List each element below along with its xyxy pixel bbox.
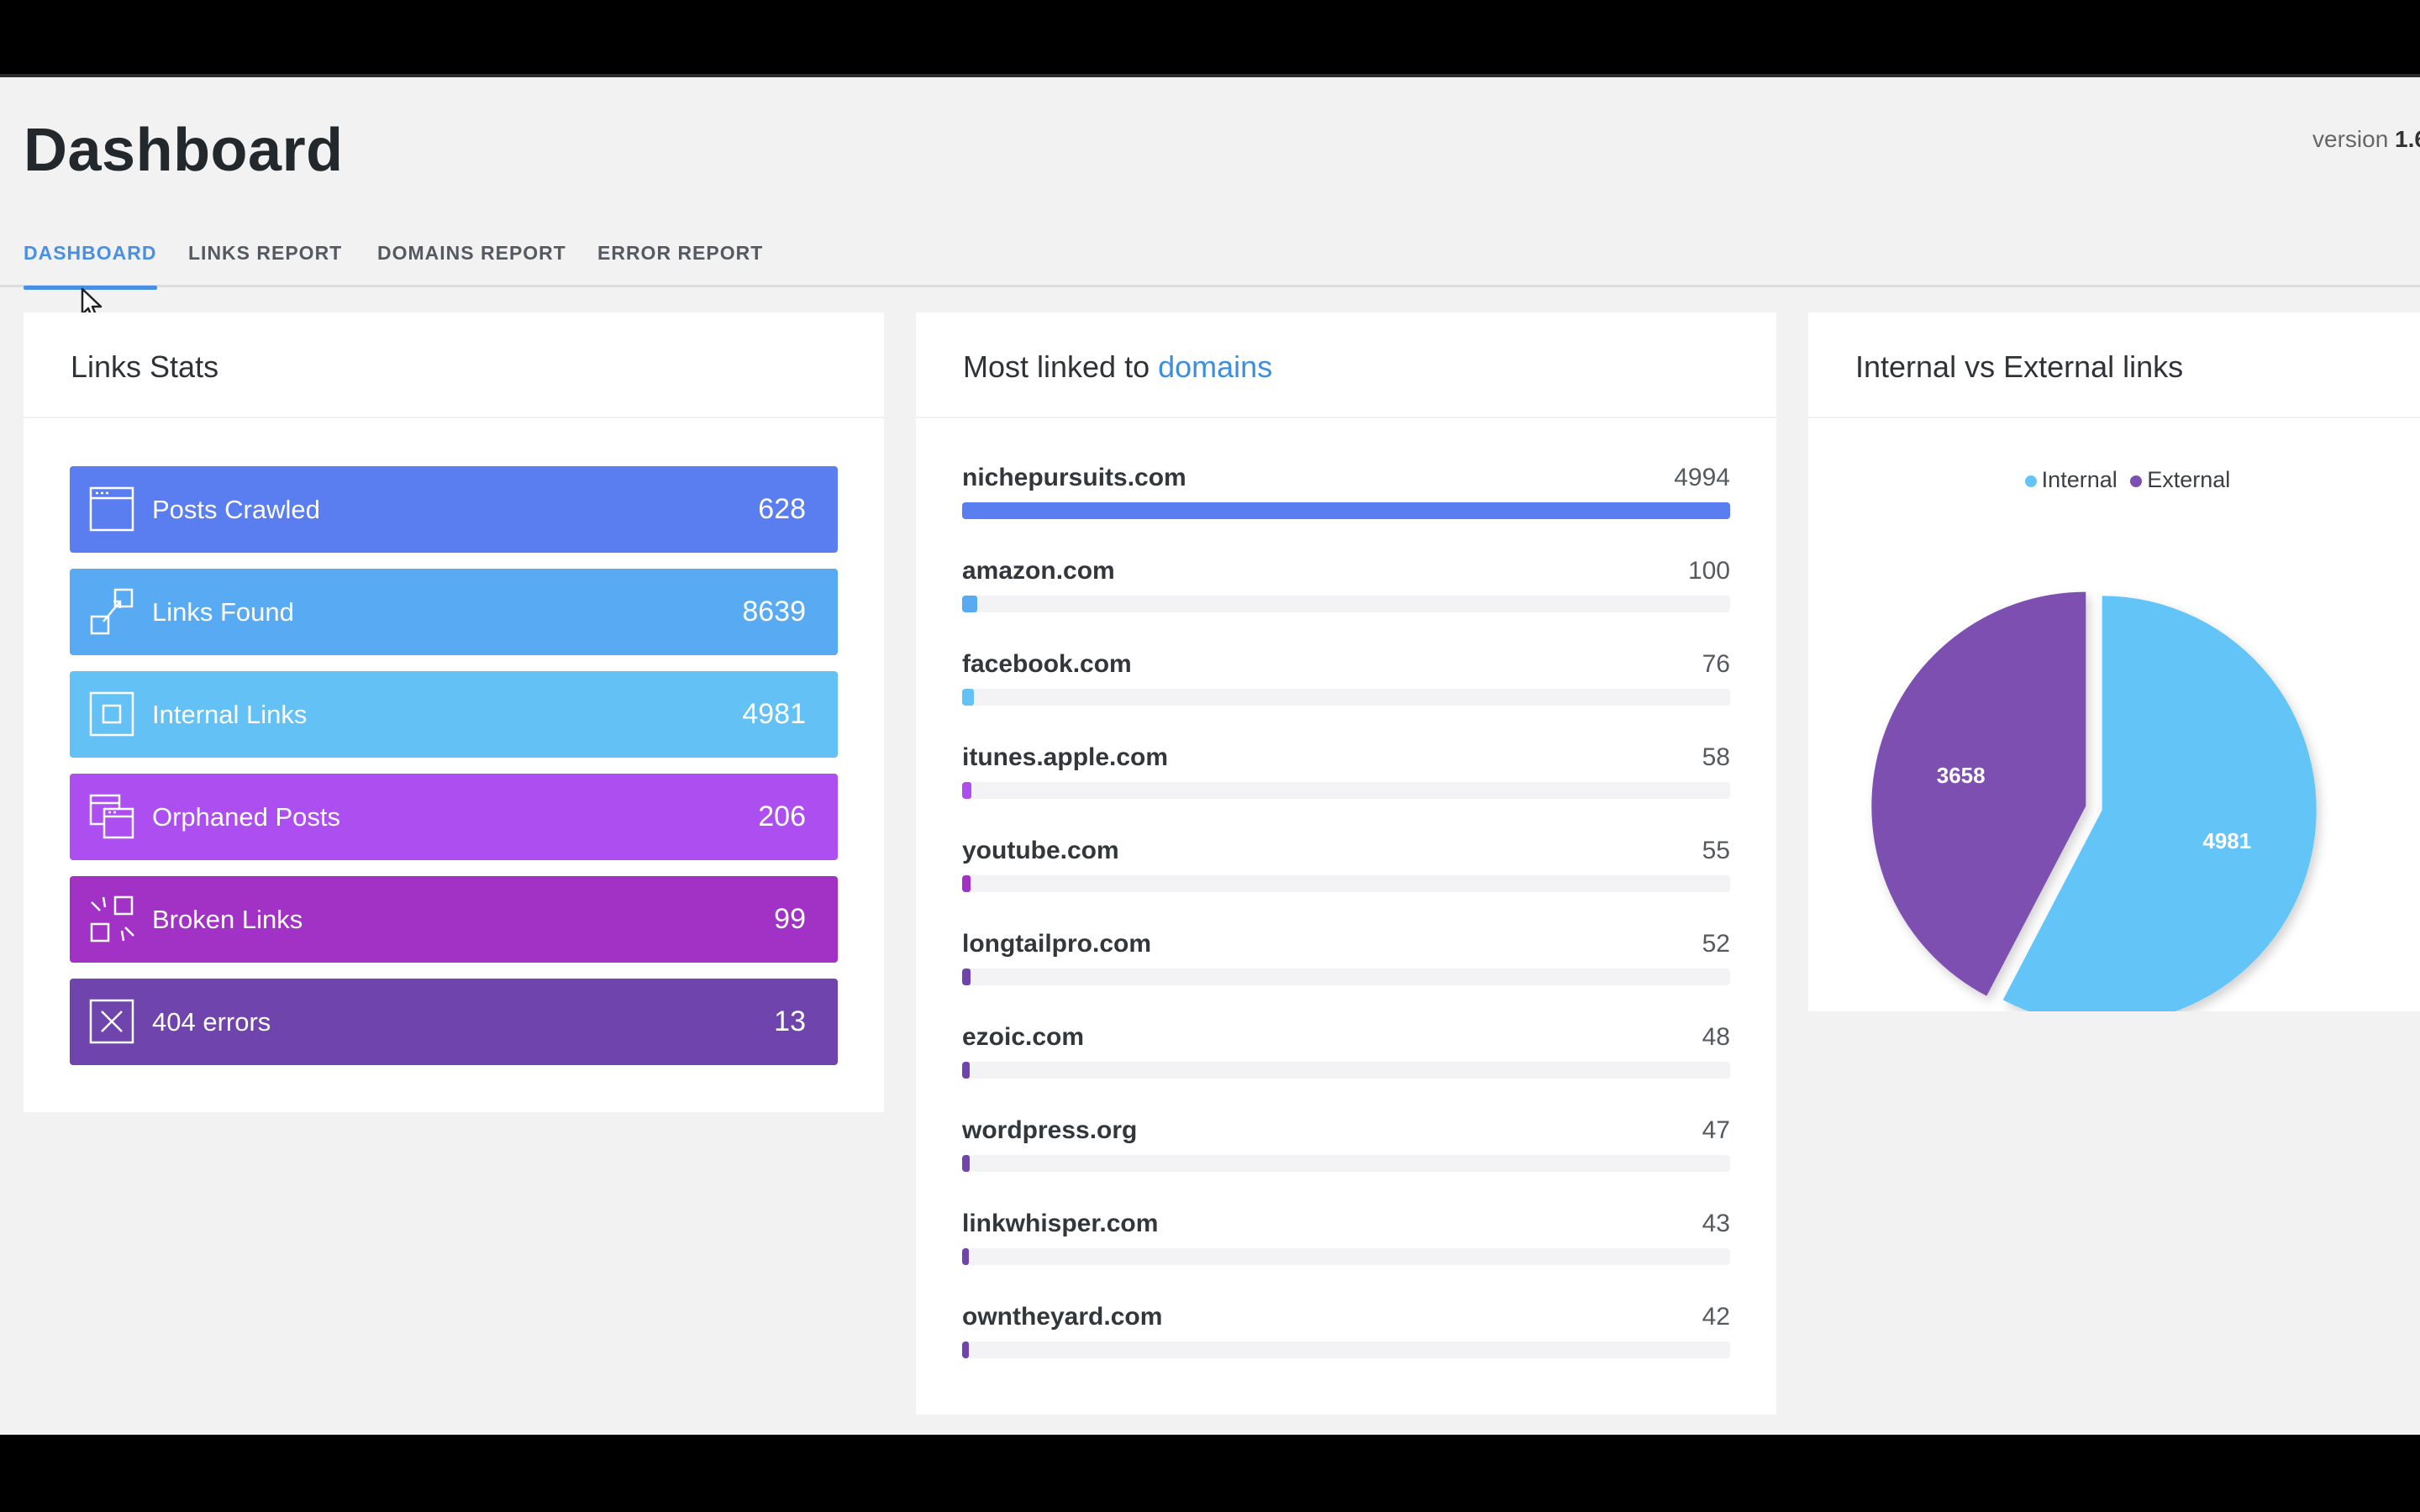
domain-bar-track (962, 596, 1730, 612)
most-linked-domains-card: Most linked to domains nichepursuits.com… (916, 312, 1776, 1415)
stat-label: Links Found (152, 597, 294, 627)
domain-count: 55 (1702, 837, 1730, 864)
stat-internal-links[interactable]: Internal Links 4981 (70, 671, 838, 758)
stat-posts-crawled[interactable]: Posts Crawled 628 (70, 466, 838, 553)
tab-bar: DASHBOARD LINKS REPORT DOMAINS REPORT ER… (0, 228, 2420, 290)
stat-orphaned-posts[interactable]: Orphaned Posts 206 (70, 774, 838, 860)
domain-name: youtube.com (962, 837, 1119, 864)
domain-bar-track (962, 1248, 1730, 1265)
domain-name: itunes.apple.com (962, 743, 1169, 771)
pie-label-external: 3658 (1937, 763, 1986, 788)
version-label: version (2312, 126, 2389, 152)
domain-count: 48 (1702, 1023, 1730, 1051)
square-target-icon (88, 690, 135, 738)
pie-label-internal: 4981 (2202, 828, 2251, 853)
stacked-windows-icon (88, 793, 135, 840)
domain-name: wordpress.org (962, 1116, 1138, 1144)
internal-external-card: Internal vs External links Internal Exte… (1808, 312, 2420, 1011)
version-info: version 1.6 (2312, 126, 2420, 153)
stat-label: Posts Crawled (152, 495, 320, 524)
broken-link-icon (88, 895, 135, 942)
domain-count: 52 (1702, 930, 1730, 958)
domain-row: nichepursuits.com 4994 (962, 455, 1730, 549)
screen-top-bar (0, 0, 2420, 77)
domain-bar-fill (962, 502, 1730, 519)
domain-bar-fill (962, 1155, 970, 1172)
domain-bar-track (962, 689, 1730, 706)
domain-bar-track (962, 782, 1730, 799)
domain-bar-fill (962, 1248, 970, 1265)
stat-value: 13 (774, 1005, 806, 1037)
domains-card-title: Most linked to domains (916, 312, 1776, 418)
page-title: Dashboard (24, 117, 344, 184)
domain-name: ezoic.com (962, 1023, 1085, 1051)
stat-label: Orphaned Posts (152, 802, 341, 832)
domain-row: facebook.com 76 (962, 642, 1730, 735)
domain-count: 43 (1702, 1210, 1730, 1237)
domain-bar-fill (962, 969, 971, 985)
tab-error-report[interactable]: ERROR REPORT (597, 228, 763, 287)
x-box-icon (88, 998, 135, 1045)
domains-link[interactable]: domains (1158, 349, 1272, 384)
stat-links-found[interactable]: Links Found 8639 (70, 569, 838, 655)
domain-name: nichepursuits.com (962, 464, 1186, 491)
domain-row: ezoic.com 48 (962, 1015, 1730, 1108)
domain-bar-fill (962, 875, 971, 892)
dashboard-page: Dashboard version 1.6 DASHBOARD LINKS RE… (0, 77, 2420, 1435)
version-number: 1.6 (2395, 126, 2420, 152)
domain-bar-track (962, 1062, 1730, 1079)
domain-bar-fill (962, 782, 971, 799)
domain-name: linkwhisper.com (962, 1210, 1159, 1237)
domain-bar-fill (962, 1062, 970, 1079)
domain-row: longtailpro.com 52 (962, 921, 1730, 1015)
stat-value: 628 (758, 493, 806, 525)
domain-bar-fill (962, 1341, 970, 1358)
stat-label: Internal Links (152, 700, 308, 729)
screen-bottom-bar (0, 1435, 2420, 1512)
stat-value: 206 (758, 801, 806, 832)
domain-row: wordpress.org 47 (962, 1108, 1730, 1201)
stat-label: Broken Links (152, 905, 303, 934)
domain-count: 100 (1687, 557, 1730, 585)
domain-count: 47 (1702, 1116, 1730, 1144)
stat-value: 8639 (742, 596, 806, 627)
stat-404-errors[interactable]: 404 errors 13 (70, 979, 838, 1065)
domain-count: 4994 (1674, 464, 1730, 491)
domain-count: 58 (1702, 743, 1730, 771)
stat-value: 99 (774, 903, 806, 935)
domain-bar-fill (962, 689, 974, 706)
links-stats-card: Links Stats Posts Crawled 628 Links Foun… (24, 312, 884, 1112)
domain-row: amazon.com 100 (962, 549, 1730, 642)
domain-row: owntheyard.com 42 (962, 1294, 1730, 1388)
stat-label: 404 errors (152, 1007, 271, 1037)
domain-name: facebook.com (962, 650, 1132, 678)
domain-row: youtube.com 55 (962, 828, 1730, 921)
browser-window-icon (88, 486, 135, 533)
links-stats-title: Links Stats (24, 312, 884, 418)
domain-bar-track (962, 969, 1730, 985)
domain-bar-fill (962, 596, 978, 612)
domain-bar-track (962, 875, 1730, 892)
stat-value: 4981 (742, 698, 806, 730)
domains-title-prefix: Most linked to (963, 349, 1150, 384)
domain-row: linkwhisper.com 43 (962, 1201, 1730, 1294)
domain-count: 76 (1702, 650, 1730, 678)
domain-name: amazon.com (962, 557, 1115, 585)
domain-bar-track (962, 1155, 1730, 1172)
domain-count: 42 (1702, 1303, 1730, 1331)
domain-bar-track (962, 1341, 1730, 1358)
domain-bar-track (962, 502, 1730, 519)
tab-dashboard[interactable]: DASHBOARD (24, 228, 157, 290)
link-nodes-icon (88, 588, 135, 635)
stat-broken-links[interactable]: Broken Links 99 (70, 876, 838, 963)
pie-chart: 4981 3658 (1871, 591, 2317, 1011)
tab-domains-report[interactable]: DOMAINS REPORT (377, 228, 566, 287)
tab-links-report[interactable]: LINKS REPORT (188, 228, 342, 287)
domain-name: owntheyard.com (962, 1303, 1163, 1331)
domain-row: itunes.apple.com 58 (962, 735, 1730, 828)
domain-name: longtailpro.com (962, 930, 1151, 958)
